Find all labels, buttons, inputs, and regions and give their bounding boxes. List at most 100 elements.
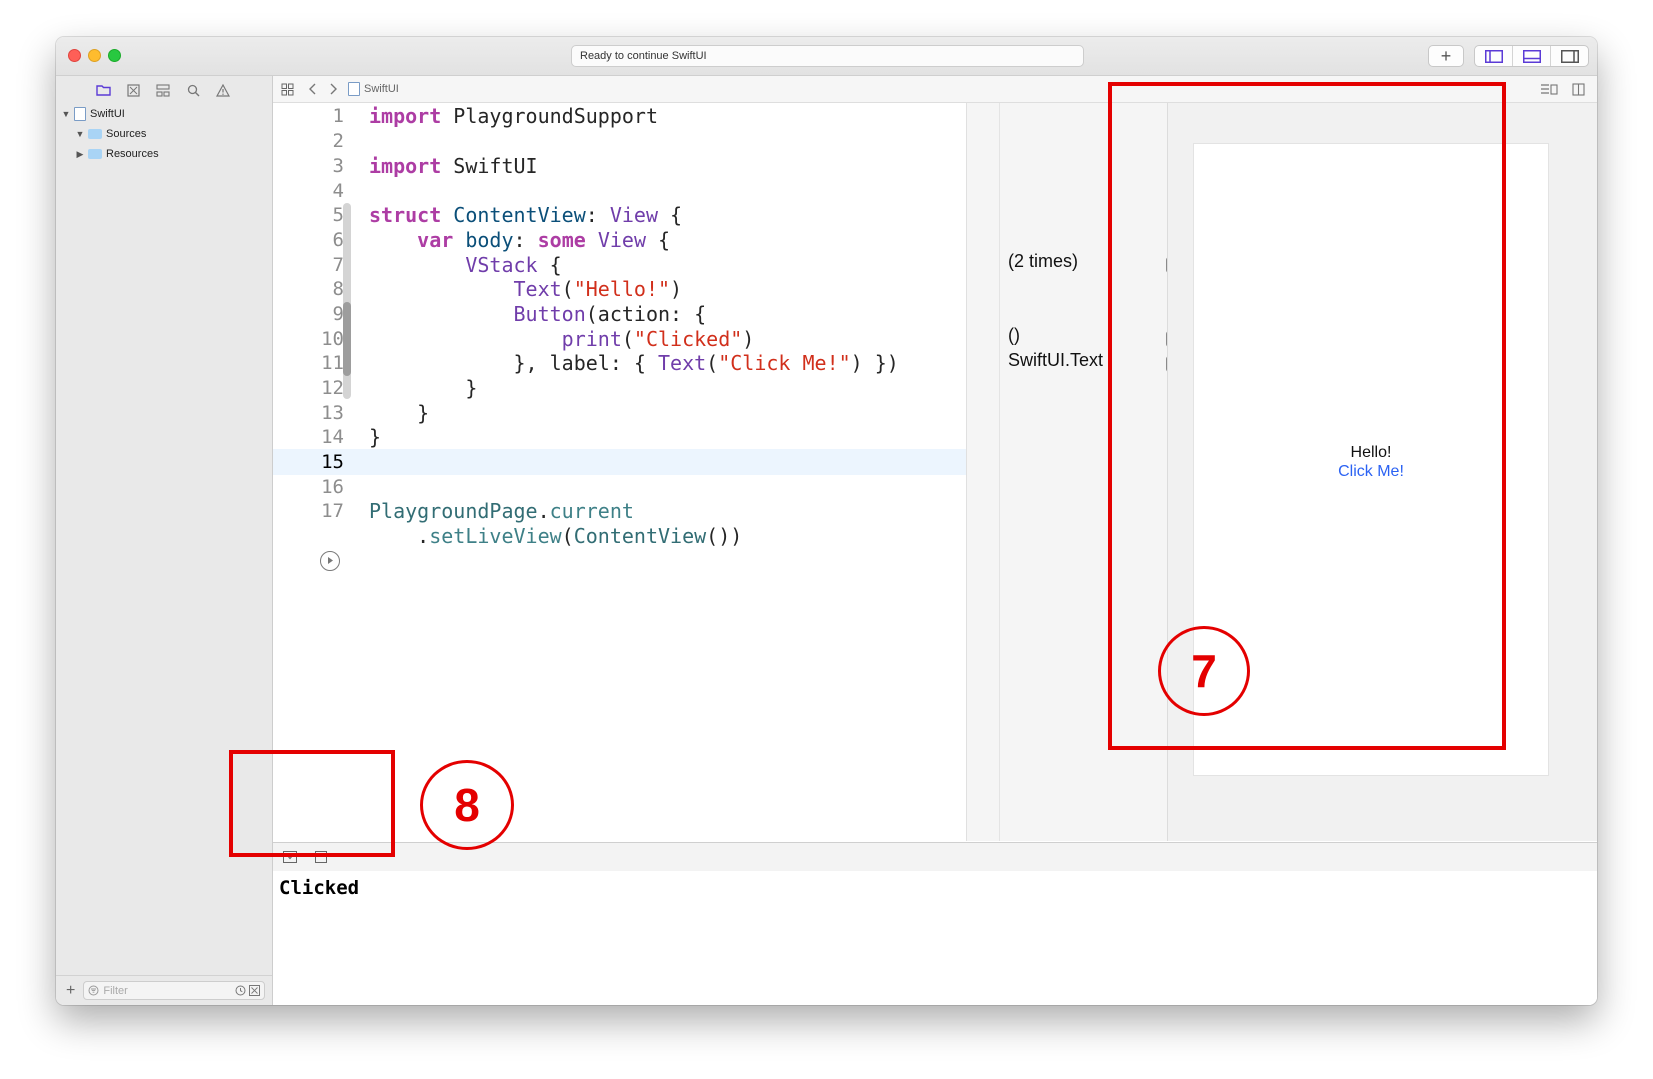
line-number: 17 (321, 500, 344, 522)
issue-navigator-tab[interactable] (214, 81, 232, 99)
annotation-label: 8 (454, 779, 480, 831)
recent-files-icon[interactable] (235, 985, 246, 996)
code-line-4[interactable]: 4 (273, 178, 966, 204)
code-text: var body: some View { (417, 228, 671, 252)
toggle-debug-area-button[interactable] (1513, 46, 1551, 66)
add-editor-icon[interactable] (1572, 82, 1585, 96)
code-line-8[interactable]: 8 Text("Hello!") (273, 276, 966, 302)
find-navigator-tab[interactable] (184, 81, 202, 99)
search-icon (187, 84, 199, 96)
back-chevron-icon[interactable] (308, 83, 318, 95)
line-number: 9 (332, 303, 344, 325)
annotation-label: 7 (1191, 645, 1217, 697)
line-number: 4 (332, 180, 344, 202)
execution-ribbon-active[interactable] (343, 302, 351, 376)
disclosure-expanded-icon[interactable]: ▼ (74, 129, 86, 139)
code-line-2[interactable]: 2 (273, 128, 966, 154)
project-navigator: ▼ SwiftUI ▼ Sources ▶ Resources + Filter (56, 76, 273, 1005)
code-line-7[interactable]: 7 VStack { (273, 252, 966, 278)
code-line-5[interactable]: 5 struct ContentView: View { (273, 202, 966, 228)
close-window-button[interactable] (68, 49, 81, 62)
line-number: 8 (332, 278, 344, 300)
folder-icon (88, 149, 102, 159)
right-panel-icon (1560, 49, 1579, 63)
left-panel-icon (1484, 49, 1503, 63)
warning-icon (216, 83, 230, 97)
result-value: (2 times) (1008, 251, 1079, 271)
run-playground-button[interactable] (320, 551, 340, 571)
code-text: Button(action: { (513, 302, 707, 326)
line-number: 16 (321, 476, 344, 498)
code-line-17-continued[interactable]: .setLiveView(ContentView()) (273, 523, 966, 549)
filter-field[interactable]: Filter (83, 981, 266, 1000)
related-items-icon[interactable] (281, 83, 294, 96)
line-number: 11 (321, 352, 344, 374)
annotation-number-8: 8 (420, 760, 514, 850)
symbol-navigator-tab[interactable] (154, 81, 172, 99)
toggle-navigator-button[interactable] (1475, 46, 1513, 66)
minimize-window-button[interactable] (88, 49, 101, 62)
result-value: () (1008, 325, 1020, 345)
line-number: 7 (332, 254, 344, 276)
tree-item-sources[interactable]: ▼ Sources (56, 124, 272, 144)
zoom-window-button[interactable] (108, 49, 121, 62)
line-number: 13 (321, 402, 344, 424)
bottom-panel-icon (1522, 49, 1541, 63)
code-text: import SwiftUI (369, 154, 538, 178)
title-bar: Ready to continue SwiftUI + (56, 37, 1597, 76)
code-line-13[interactable]: 13 } (273, 400, 966, 426)
code-text: struct ContentView: View { (369, 203, 683, 227)
folder-icon (95, 85, 111, 96)
file-tree: ▼ SwiftUI ▼ Sources ▶ Resources (56, 104, 272, 164)
code-text: .setLiveView(ContentView()) (369, 524, 743, 548)
code-text: } (369, 401, 430, 425)
annotation-box-console (229, 750, 395, 857)
code-line-15-current[interactable]: 15 (273, 449, 966, 475)
hierarchy-icon (156, 83, 170, 97)
disclosure-collapsed-icon[interactable]: ▶ (74, 149, 86, 160)
library-plus-button[interactable]: + (1428, 45, 1464, 67)
line-number: 3 (332, 155, 344, 177)
code-line-10[interactable]: 10 print("Clicked") (273, 326, 966, 352)
status-text: Ready to continue SwiftUI (580, 50, 707, 62)
folder-icon (88, 129, 102, 139)
source-editor[interactable]: 1 import PlaygroundSupport 2 3 import Sw… (273, 103, 966, 841)
code-text: import PlaygroundSupport (369, 104, 658, 128)
line-number: 12 (321, 377, 344, 399)
console-text: Clicked (279, 877, 360, 899)
line-number: 10 (321, 328, 344, 350)
tree-item-label: Resources (106, 148, 159, 160)
disclosure-expanded-icon[interactable]: ▼ (60, 109, 72, 119)
line-number: 15 (321, 451, 344, 473)
line-number: 14 (321, 426, 344, 448)
adjust-editor-options-icon[interactable] (1540, 83, 1558, 96)
tree-item-swiftui[interactable]: ▼ SwiftUI (56, 104, 272, 124)
plus-icon: + (1440, 46, 1452, 66)
code-line-16[interactable]: 16 (273, 474, 966, 500)
code-line-12[interactable]: 12 } (273, 375, 966, 401)
add-file-button[interactable]: + (66, 982, 75, 1000)
code-text: } (369, 425, 382, 449)
code-line-14[interactable]: 14 } (273, 424, 966, 450)
code-line-11[interactable]: 11 }, label: { Text("Click Me!") }) (273, 350, 966, 376)
line-number: 1 (332, 105, 344, 127)
jump-bar-file[interactable]: SwiftUI (364, 83, 399, 95)
project-navigator-tab[interactable] (94, 81, 112, 99)
console-output[interactable]: Clicked (273, 871, 1597, 1005)
source-control-tab[interactable] (124, 81, 142, 99)
playground-file-icon (74, 107, 86, 121)
code-line-9[interactable]: 9 Button(action: { (273, 301, 966, 327)
code-text: print("Clicked") (561, 327, 755, 351)
toggle-inspector-button[interactable] (1551, 46, 1588, 66)
line-number: 6 (332, 229, 344, 251)
source-control-filter-icon[interactable] (249, 985, 261, 996)
code-line-17[interactable]: 17 PlaygroundPage.current (273, 498, 966, 524)
code-text: }, label: { Text("Click Me!") }) (369, 351, 899, 375)
code-line-6[interactable]: 6 var body: some View { (273, 227, 966, 253)
source-control-icon (126, 83, 140, 97)
tree-item-resources[interactable]: ▶ Resources (56, 144, 272, 164)
forward-chevron-icon[interactable] (328, 83, 338, 95)
code-line-3[interactable]: 3 import SwiftUI (273, 153, 966, 179)
playground-file-icon (348, 82, 360, 96)
code-line-1[interactable]: 1 import PlaygroundSupport (273, 103, 966, 129)
